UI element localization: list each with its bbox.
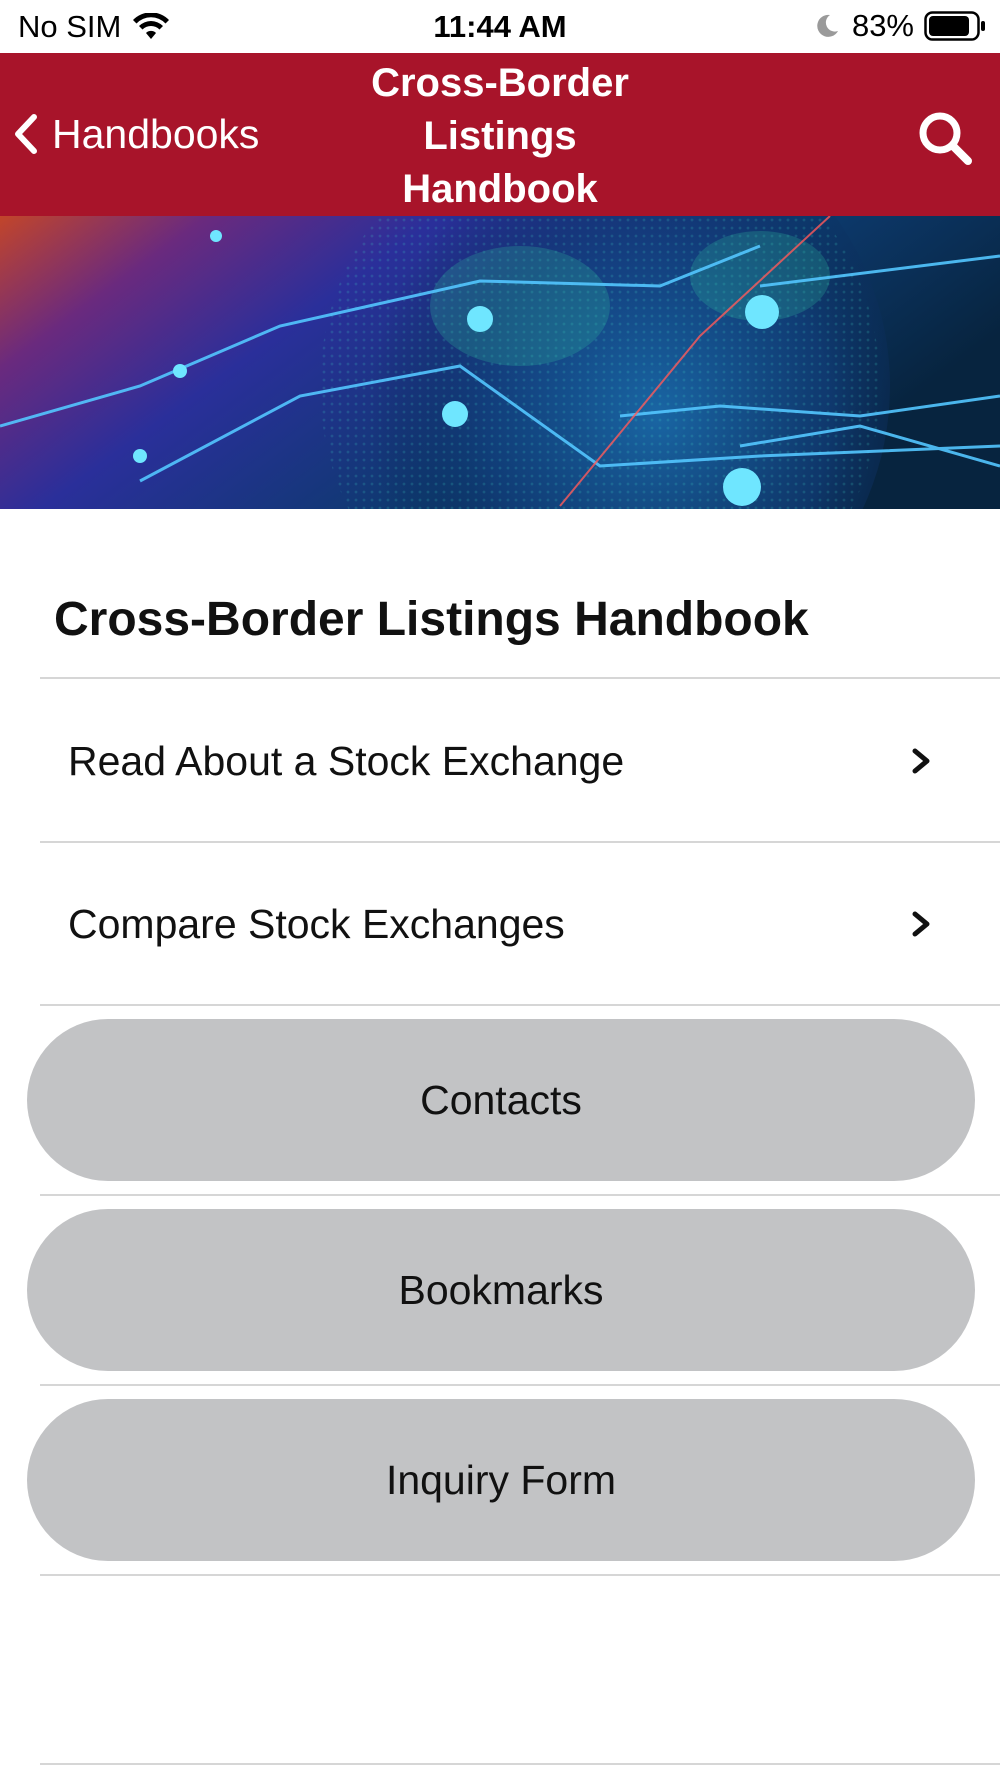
- divider: [40, 1384, 1000, 1386]
- app-screen: No SIM 11:44 AM 83% Handbooks Cross-Bord…: [0, 0, 1000, 1778]
- hero-banner-image: [0, 216, 1000, 509]
- contacts-button[interactable]: Contacts: [27, 1019, 975, 1181]
- row-read-about-stock-exchange[interactable]: Read About a Stock Exchange: [0, 680, 1000, 842]
- navigation-bar: Handbooks Cross-Border Listings Handbook: [0, 53, 1000, 216]
- row-label: Compare Stock Exchanges: [68, 901, 565, 947]
- inquiry-form-button[interactable]: Inquiry Form: [27, 1399, 975, 1561]
- battery-icon: [924, 11, 985, 41]
- page-title: Cross-Border Listings Handbook: [54, 593, 809, 646]
- row-label: Read About a Stock Exchange: [68, 738, 625, 784]
- nav-title-line: Listings: [423, 114, 577, 158]
- nav-title-line: Handbook: [402, 167, 598, 211]
- status-right: 83%: [814, 8, 986, 44]
- back-button-label: Handbooks: [52, 110, 260, 157]
- status-bar: No SIM 11:44 AM 83%: [0, 0, 1000, 53]
- divider: [40, 1574, 1000, 1576]
- bookmarks-button[interactable]: Bookmarks: [27, 1209, 975, 1371]
- battery-percent: 83%: [851, 8, 914, 43]
- nav-title-line: Cross-Border: [371, 61, 629, 105]
- search-icon[interactable]: [916, 109, 974, 167]
- back-button[interactable]: Handbooks: [12, 109, 259, 159]
- chevron-right-icon: [912, 911, 930, 937]
- nav-title: Cross-Border Listings Handbook: [300, 57, 700, 216]
- divider: [40, 1004, 1000, 1006]
- divider: [40, 1194, 1000, 1196]
- divider: [40, 1763, 1000, 1765]
- divider: [40, 677, 1000, 679]
- chevron-right-icon: [912, 748, 930, 774]
- chevron-left-icon: [15, 114, 37, 154]
- row-compare-stock-exchanges[interactable]: Compare Stock Exchanges: [0, 843, 1000, 1005]
- moon-icon: [817, 14, 838, 37]
